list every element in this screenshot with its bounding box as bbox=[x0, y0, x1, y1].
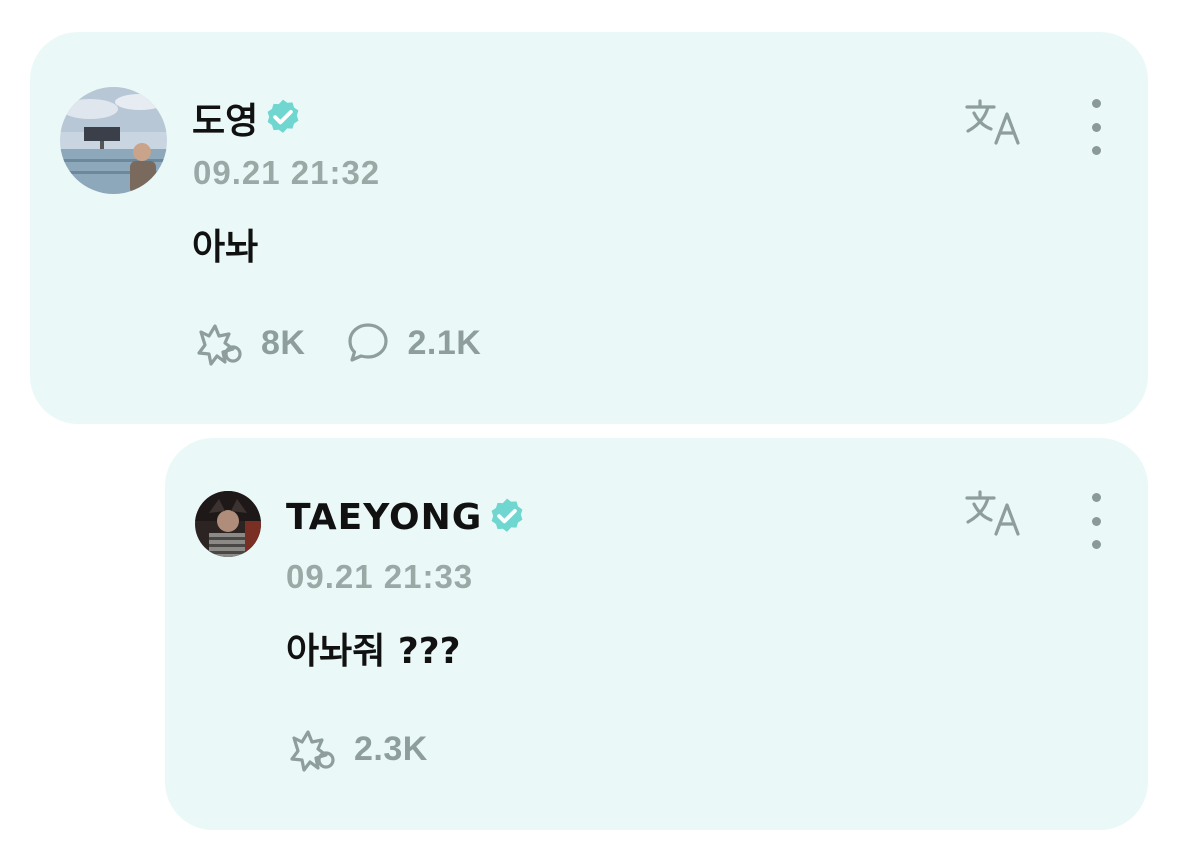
post-card[interactable]: 도영 09.21 21:32 아놔 8K 2.1K bbox=[30, 32, 1148, 424]
like-count: 8K bbox=[261, 323, 306, 362]
like-button[interactable]: 2.3K bbox=[286, 726, 428, 772]
like-count: 2.3K bbox=[354, 729, 428, 768]
author-row: TAEYONG bbox=[286, 496, 528, 538]
more-options-button[interactable] bbox=[1081, 493, 1111, 549]
post-text: 아놔 bbox=[192, 227, 259, 268]
post-actions: 8K 2.1K bbox=[193, 320, 521, 366]
timestamp: 09.21 21:32 bbox=[193, 154, 381, 191]
reaction-icon bbox=[290, 730, 335, 772]
translate-button[interactable] bbox=[964, 96, 1026, 148]
verified-badge-icon bbox=[267, 99, 299, 133]
like-button[interactable]: 8K bbox=[193, 320, 305, 366]
reply-actions: 2.3K bbox=[286, 726, 468, 772]
avatar-photo bbox=[60, 87, 167, 194]
timestamp: 09.21 21:33 bbox=[286, 558, 474, 595]
comment-bubble-icon bbox=[348, 323, 389, 362]
avatar-photo bbox=[195, 491, 261, 557]
more-vertical-icon bbox=[1091, 99, 1101, 108]
avatar[interactable] bbox=[60, 87, 167, 194]
author-name[interactable]: TAEYONG bbox=[286, 497, 482, 538]
author-row: 도영 bbox=[192, 92, 304, 144]
reaction-icon bbox=[197, 324, 242, 366]
reply-card[interactable]: TAEYONG 09.21 21:33 아놔줘 ??? 2.3K bbox=[165, 438, 1148, 830]
reply-text: 아놔줘 ??? bbox=[286, 631, 461, 672]
translate-button[interactable] bbox=[964, 487, 1026, 539]
avatar[interactable] bbox=[195, 491, 261, 557]
comment-button[interactable]: 2.1K bbox=[345, 321, 481, 365]
verified-badge-icon bbox=[491, 498, 523, 532]
more-options-button[interactable] bbox=[1081, 99, 1111, 155]
author-name[interactable]: 도영 bbox=[192, 92, 258, 144]
more-vertical-icon bbox=[1091, 493, 1101, 502]
translate-icon bbox=[965, 99, 1020, 145]
comment-count: 2.1K bbox=[407, 323, 482, 362]
translate-icon bbox=[965, 490, 1020, 536]
